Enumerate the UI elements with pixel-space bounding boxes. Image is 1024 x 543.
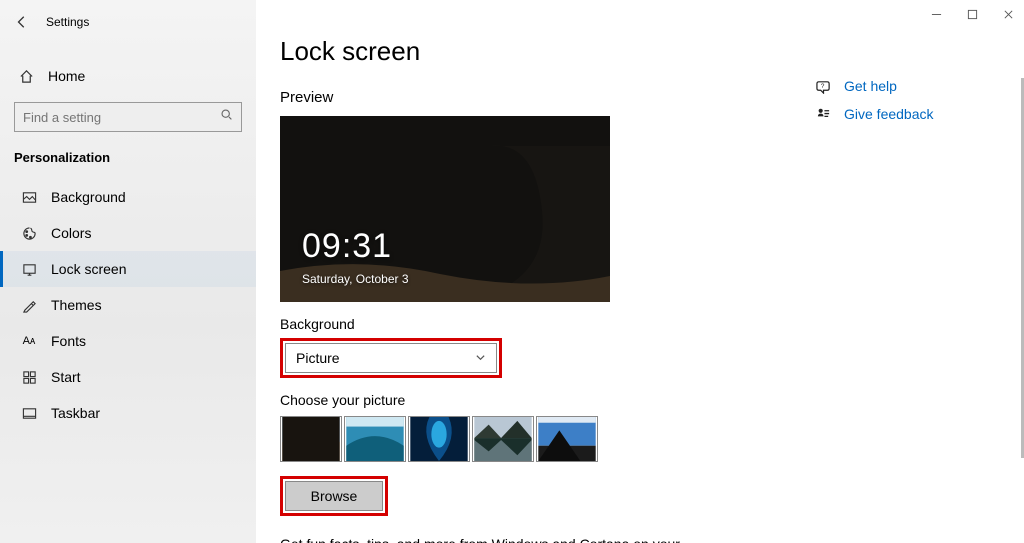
background-label: Background [280, 316, 1000, 332]
picture-thumbnail[interactable] [536, 416, 598, 462]
themes-icon [21, 298, 37, 313]
maximize-button[interactable] [964, 6, 980, 22]
dropdown-value: Picture [296, 350, 340, 366]
start-icon [21, 370, 37, 385]
nav-label: Taskbar [51, 405, 100, 421]
close-button[interactable] [1000, 6, 1016, 22]
preview-time: 09:31 [302, 227, 392, 266]
nav-item-colors[interactable]: Colors [0, 215, 256, 251]
annotation-highlight: Browse [280, 476, 388, 516]
sidebar-header: Settings [0, 10, 256, 40]
nav-item-background[interactable]: Background [0, 179, 256, 215]
page-title: Lock screen [280, 36, 1000, 67]
fun-facts-text: Get fun facts, tips, and more from Windo… [280, 536, 680, 543]
window-controls [928, 6, 1016, 22]
background-dropdown[interactable]: Picture [285, 343, 497, 373]
browse-button[interactable]: Browse [285, 481, 383, 511]
search-input[interactable] [14, 102, 242, 132]
window-title: Settings [46, 15, 89, 29]
nav-label: Start [51, 369, 81, 385]
lock-screen-icon [21, 262, 37, 277]
picture-thumbnail[interactable] [280, 416, 342, 462]
home-label: Home [48, 68, 85, 84]
nav-item-start[interactable]: Start [0, 359, 256, 395]
taskbar-icon [21, 406, 37, 421]
nav-list: Background Colors Lock screen Themes Aᴀ … [0, 179, 256, 431]
minimize-button[interactable] [928, 6, 944, 22]
nav-label: Colors [51, 225, 91, 241]
home-nav[interactable]: Home [0, 58, 256, 94]
svg-text:?: ? [821, 82, 825, 89]
nav-label: Background [51, 189, 126, 205]
choose-picture-label: Choose your picture [280, 392, 1000, 408]
chevron-down-icon [475, 350, 486, 366]
right-links: ? Get help Give feedback [816, 78, 934, 122]
nav-label: Themes [51, 297, 102, 313]
back-button[interactable] [12, 12, 32, 32]
help-icon: ? [816, 79, 832, 94]
picture-thumbnails [280, 416, 1000, 462]
picture-thumbnail[interactable] [408, 416, 470, 462]
search-icon [220, 108, 233, 126]
preview-date: Saturday, October 3 [302, 272, 409, 286]
nav-item-fonts[interactable]: Aᴀ Fonts [0, 323, 256, 359]
get-help-link[interactable]: Get help [844, 78, 897, 94]
search-wrap [0, 94, 256, 146]
give-feedback-link[interactable]: Give feedback [844, 106, 934, 122]
nav-label: Lock screen [51, 261, 126, 277]
lock-screen-preview: 09:31 Saturday, October 3 [280, 116, 610, 302]
colors-icon [21, 226, 37, 241]
background-icon [21, 190, 37, 205]
nav-label: Fonts [51, 333, 86, 349]
nav-item-themes[interactable]: Themes [0, 287, 256, 323]
sidebar: Settings Home Personalization Background [0, 0, 256, 543]
category-title: Personalization [0, 146, 256, 179]
picture-thumbnail[interactable] [344, 416, 406, 462]
feedback-icon [816, 107, 832, 122]
nav-item-taskbar[interactable]: Taskbar [0, 395, 256, 431]
home-icon [18, 69, 34, 84]
picture-thumbnail[interactable] [472, 416, 534, 462]
annotation-highlight: Picture [280, 338, 502, 378]
nav-item-lock-screen[interactable]: Lock screen [0, 251, 256, 287]
search-field[interactable] [23, 110, 220, 125]
fonts-icon: Aᴀ [21, 335, 37, 347]
